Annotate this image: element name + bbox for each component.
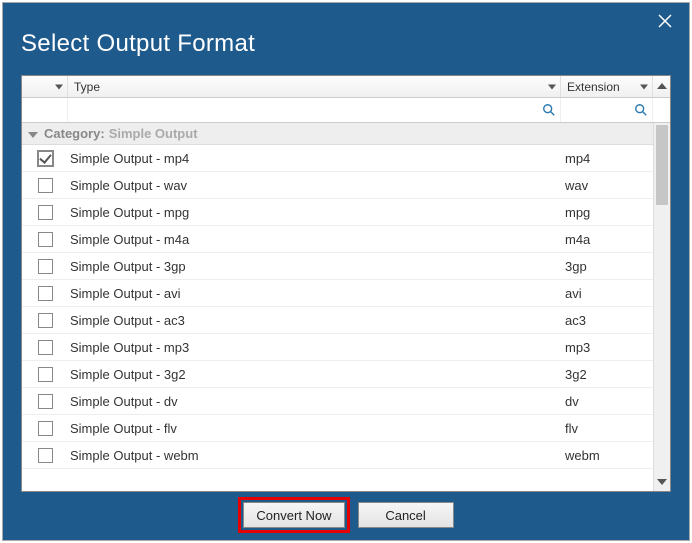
chevron-down-icon <box>548 84 556 89</box>
dialog-frame: Select Output Format Type Extension <box>2 2 690 541</box>
cancel-button[interactable]: Cancel <box>358 502 454 528</box>
chevron-down-icon <box>640 84 648 89</box>
row-checkbox-cell <box>22 199 68 225</box>
column-header-extension-label: Extension <box>567 80 620 94</box>
row-checkbox-cell <box>22 172 68 198</box>
row-checkbox-cell <box>22 415 68 441</box>
row-type-cell: Simple Output - 3gp <box>68 253 561 279</box>
chevron-up-icon[interactable] <box>653 81 670 92</box>
row-checkbox[interactable] <box>38 151 53 166</box>
row-checkbox-cell <box>22 226 68 252</box>
list-body[interactable]: Category: Simple Output Simple Output - mp… <box>22 123 653 491</box>
table-row[interactable]: Simple Output - flvflv <box>22 415 653 442</box>
chevron-down-icon <box>55 84 63 89</box>
chevron-down-icon[interactable] <box>654 477 670 488</box>
table-row[interactable]: Simple Output - mpgmpg <box>22 199 653 226</box>
row-checkbox[interactable] <box>38 394 53 409</box>
row-extension-cell: dv <box>561 388 653 414</box>
row-checkbox-cell <box>22 334 68 360</box>
row-checkbox-cell <box>22 253 68 279</box>
row-checkbox[interactable] <box>38 232 53 247</box>
table-row[interactable]: Simple Output - 3gp3gp <box>22 253 653 280</box>
close-icon[interactable] <box>653 9 677 33</box>
column-header-checkbox[interactable] <box>22 76 68 97</box>
row-type-cell: Simple Output - webm <box>68 442 561 468</box>
row-type-cell: Simple Output - m4a <box>68 226 561 252</box>
row-extension-cell: wav <box>561 172 653 198</box>
row-checkbox[interactable] <box>38 448 53 463</box>
row-checkbox[interactable] <box>38 421 53 436</box>
convert-button-highlight: Convert Now <box>238 497 349 533</box>
table-row[interactable]: Simple Output - webmwebm <box>22 442 653 469</box>
row-extension-cell: mpg <box>561 199 653 225</box>
row-type-cell: Simple Output - dv <box>68 388 561 414</box>
row-extension-cell: flv <box>561 415 653 441</box>
row-extension-cell: ac3 <box>561 307 653 333</box>
table-row[interactable]: Simple Output - wavwav <box>22 172 653 199</box>
filter-type-input[interactable] <box>69 99 537 121</box>
category-row[interactable]: Category: Simple Output <box>22 123 653 145</box>
row-checkbox[interactable] <box>38 340 53 355</box>
row-checkbox[interactable] <box>38 313 53 328</box>
row-type-cell: Simple Output - mpg <box>68 199 561 225</box>
row-type-cell: Simple Output - flv <box>68 415 561 441</box>
row-checkbox-cell <box>22 442 68 468</box>
category-label-key: Category: <box>44 126 105 141</box>
filter-extension-cell <box>561 98 653 122</box>
scrollbar-thumb[interactable] <box>656 125 668 205</box>
row-extension-cell: m4a <box>561 226 653 252</box>
filter-row <box>22 98 670 123</box>
row-extension-cell: 3gp <box>561 253 653 279</box>
table-row[interactable]: Simple Output - ac3ac3 <box>22 307 653 334</box>
row-checkbox[interactable] <box>38 178 53 193</box>
row-extension-cell: mp3 <box>561 334 653 360</box>
vertical-scrollbar[interactable] <box>653 123 670 491</box>
row-type-cell: Simple Output - avi <box>68 280 561 306</box>
convert-now-button[interactable]: Convert Now <box>243 502 344 528</box>
table-row[interactable]: Simple Output - mp4mp4 <box>22 145 653 172</box>
column-header-extension[interactable]: Extension <box>561 76 653 97</box>
titlebar: Select Output Format <box>3 3 689 73</box>
row-extension-cell: webm <box>561 442 653 468</box>
row-checkbox-cell <box>22 307 68 333</box>
row-checkbox-cell <box>22 145 68 171</box>
row-extension-cell: mp4 <box>561 145 653 171</box>
row-type-cell: Simple Output - mp3 <box>68 334 561 360</box>
row-checkbox-cell <box>22 280 68 306</box>
filter-checkbox-cell <box>22 98 68 122</box>
row-checkbox-cell <box>22 388 68 414</box>
filter-type-cell <box>68 98 561 122</box>
table-row[interactable]: Simple Output - dvdv <box>22 388 653 415</box>
row-checkbox[interactable] <box>38 286 53 301</box>
grid: Type Extension <box>21 75 671 492</box>
row-type-cell: Simple Output - wav <box>68 172 561 198</box>
column-header-scroll-spacer <box>653 76 670 97</box>
search-icon[interactable] <box>542 103 556 117</box>
table-row[interactable]: Simple Output - m4am4a <box>22 226 653 253</box>
row-type-cell: Simple Output - mp4 <box>68 145 561 171</box>
dialog-title: Select Output Format <box>21 30 255 58</box>
search-icon[interactable] <box>634 103 648 117</box>
row-type-cell: Simple Output - ac3 <box>68 307 561 333</box>
footer: Convert Now Cancel <box>3 498 689 532</box>
row-checkbox[interactable] <box>38 367 53 382</box>
collapse-icon <box>28 132 38 138</box>
row-extension-cell: avi <box>561 280 653 306</box>
row-checkbox[interactable] <box>38 205 53 220</box>
category-label-value: Simple Output <box>109 126 198 141</box>
table-row[interactable]: Simple Output - mp3mp3 <box>22 334 653 361</box>
list-area: Category: Simple Output Simple Output - mp… <box>22 123 670 491</box>
table-row[interactable]: Simple Output - aviavi <box>22 280 653 307</box>
row-checkbox[interactable] <box>38 259 53 274</box>
row-type-cell: Simple Output - 3g2 <box>68 361 561 387</box>
row-checkbox-cell <box>22 361 68 387</box>
filter-extension-input[interactable] <box>562 99 629 121</box>
row-extension-cell: 3g2 <box>561 361 653 387</box>
column-headers: Type Extension <box>22 76 670 98</box>
column-header-type-label: Type <box>74 80 100 94</box>
column-header-type[interactable]: Type <box>68 76 561 97</box>
table-row[interactable]: Simple Output - 3g23g2 <box>22 361 653 388</box>
